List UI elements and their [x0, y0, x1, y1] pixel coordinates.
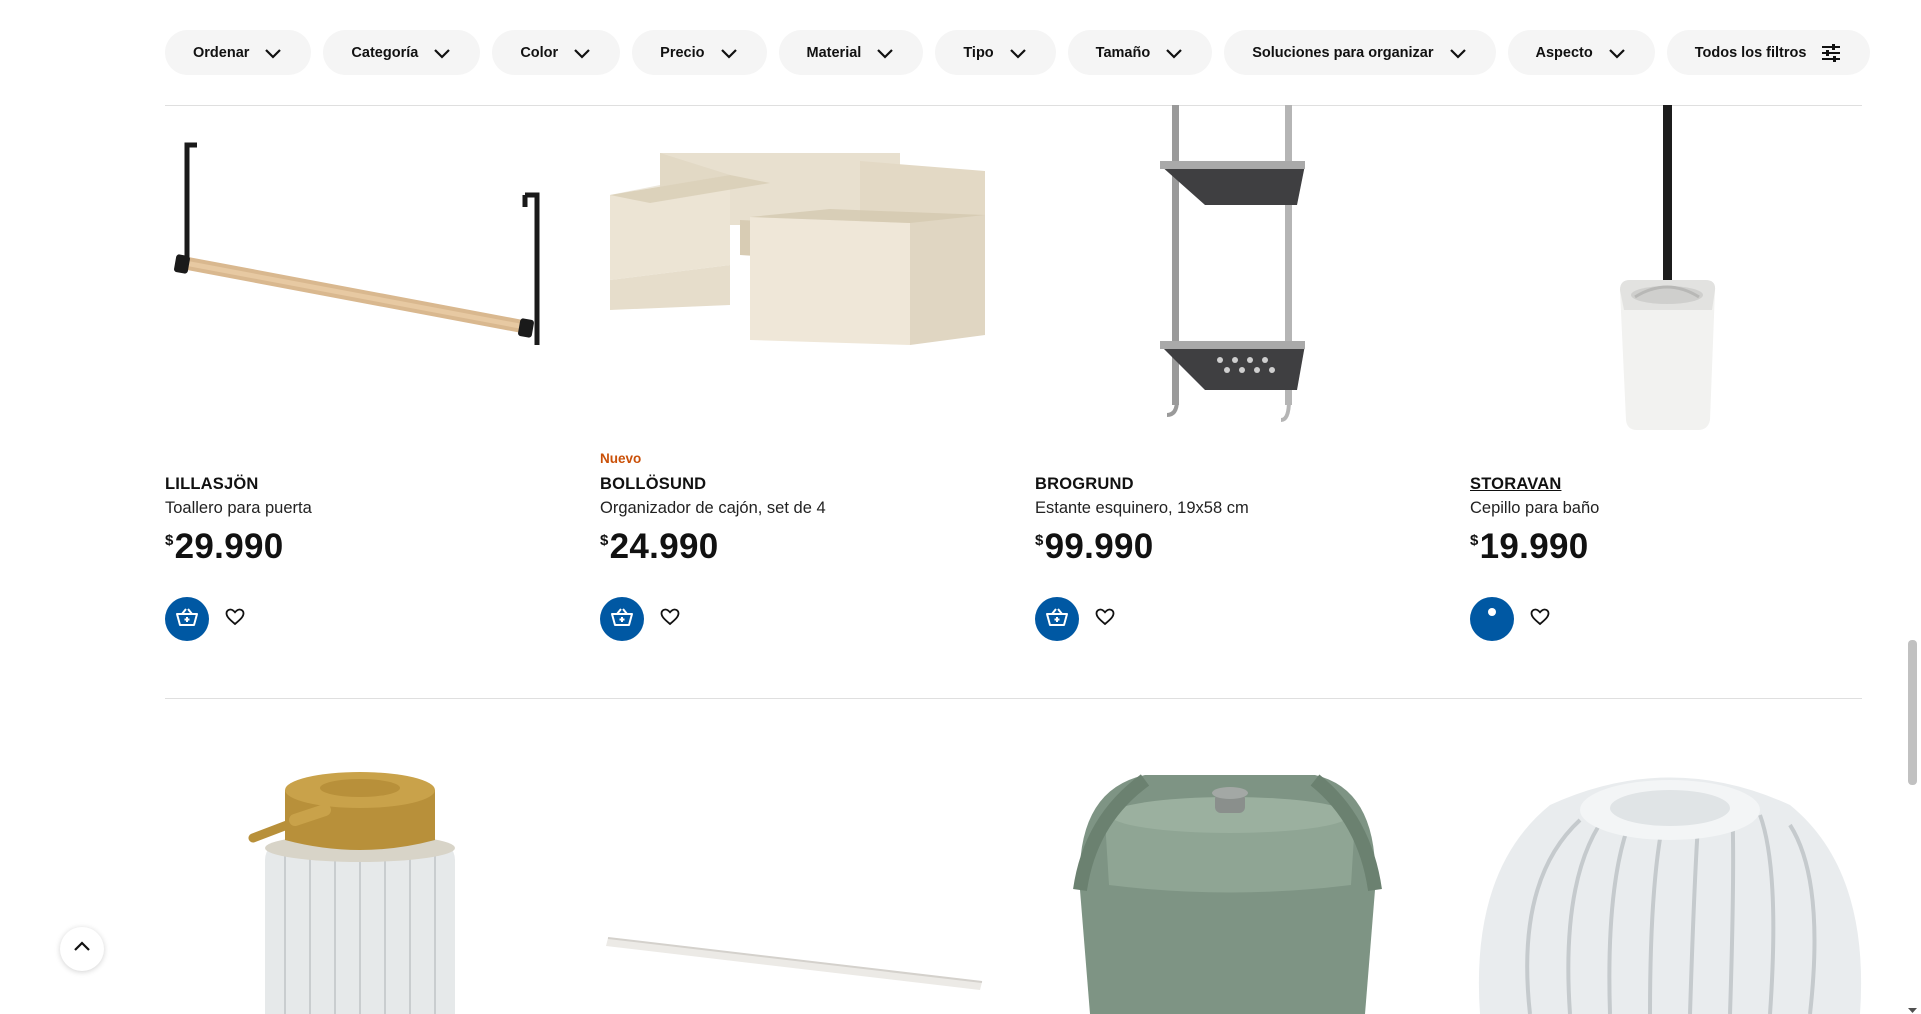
glass-jar-image[interactable]	[1470, 760, 1870, 1014]
filter-label: Precio	[660, 44, 705, 61]
product-description[interactable]: Toallero para puerta	[165, 499, 312, 518]
sliders-icon	[1820, 42, 1842, 64]
green-bin-image[interactable]	[1035, 760, 1435, 1014]
product-price: $ 19.990	[1470, 527, 1589, 567]
cart-add-icon	[610, 607, 634, 632]
chevron-down-icon	[1448, 43, 1468, 63]
filter-material[interactable]: Material	[778, 30, 924, 75]
product-description[interactable]: Estante esquinero, 19x58 cm	[1035, 499, 1249, 518]
product-badge: Nuevo	[600, 451, 642, 466]
filter-label: Aspecto	[1535, 44, 1593, 61]
currency-symbol: $	[1470, 532, 1479, 549]
filter-all[interactable]: Todos los filtros	[1666, 30, 1871, 75]
toilet-brush-image[interactable]	[1470, 105, 1870, 445]
price-value: 19.990	[1479, 527, 1589, 566]
wall-rail-image[interactable]	[600, 760, 1000, 1014]
chevron-down-icon	[1164, 43, 1184, 63]
filter-label: Tipo	[963, 44, 994, 61]
drawer-organizer-image[interactable]	[600, 105, 1000, 445]
filter-tipo[interactable]: Tipo	[935, 30, 1056, 75]
chevron-down-icon	[875, 43, 895, 63]
product-name[interactable]: BOLLÖSUND	[600, 475, 706, 494]
filter-label: Todos los filtros	[1694, 44, 1807, 61]
vertical-scrollbar[interactable]	[1904, 0, 1921, 1014]
heart-icon	[660, 608, 680, 631]
filter-bar: Ordenar Categoría Color Precio Material …	[165, 30, 1871, 75]
product-price: $ 24.990	[600, 527, 719, 567]
product-price: $ 29.990	[165, 527, 284, 567]
heart-icon	[1095, 608, 1115, 631]
favorite-button[interactable]	[1522, 601, 1558, 637]
filter-precio[interactable]: Precio	[632, 30, 767, 75]
filter-tamano[interactable]: Tamaño	[1067, 30, 1213, 75]
filter-label: Ordenar	[193, 44, 250, 61]
loading-dot-icon	[1480, 605, 1504, 634]
chevron-down-icon	[432, 43, 452, 63]
add-to-cart-button[interactable]	[1035, 597, 1079, 641]
price-value: 99.990	[1044, 527, 1154, 566]
chevron-down-icon	[263, 43, 283, 63]
add-to-cart-button[interactable]	[600, 597, 644, 641]
filter-label: Soluciones para organizar	[1252, 44, 1434, 61]
product-name[interactable]: LILLASJÖN	[165, 475, 258, 494]
filter-color[interactable]: Color	[492, 30, 621, 75]
product-description[interactable]: Cepillo para baño	[1470, 499, 1599, 518]
heart-icon	[225, 608, 245, 631]
filter-aspecto[interactable]: Aspecto	[1507, 30, 1655, 75]
chevron-down-icon	[719, 43, 739, 63]
filter-label: Tamaño	[1095, 44, 1151, 61]
currency-symbol: $	[600, 532, 609, 549]
add-to-cart-button[interactable]	[165, 597, 209, 641]
cart-add-icon	[175, 607, 199, 632]
product-name[interactable]: BROGRUND	[1035, 475, 1134, 494]
product-price: $ 99.990	[1035, 527, 1154, 567]
favorite-button[interactable]	[217, 601, 253, 637]
price-value: 24.990	[609, 527, 719, 566]
chevron-down-icon	[572, 43, 592, 63]
add-to-cart-button[interactable]	[1470, 597, 1514, 641]
filter-label: Color	[520, 44, 559, 61]
towel-rail-image[interactable]	[165, 105, 565, 445]
price-value: 29.990	[174, 527, 284, 566]
scroll-down-arrow-icon[interactable]	[1908, 1002, 1917, 1013]
chevron-up-icon	[72, 937, 92, 962]
chevron-down-icon	[1008, 43, 1028, 63]
filter-categoria[interactable]: Categoría	[323, 30, 481, 75]
filter-label: Categoría	[351, 44, 419, 61]
back-to-top-button[interactable]	[60, 927, 104, 971]
currency-symbol: $	[1035, 532, 1044, 549]
product-name[interactable]: STORAVAN	[1470, 475, 1561, 494]
filter-ordenar[interactable]: Ordenar	[165, 30, 312, 75]
filter-label: Material	[806, 44, 862, 61]
chevron-down-icon	[1607, 43, 1627, 63]
currency-symbol: $	[165, 532, 174, 549]
scrollbar-thumb[interactable]	[1908, 640, 1917, 785]
soap-dispenser-image[interactable]	[165, 760, 565, 1014]
divider	[165, 698, 1862, 699]
favorite-button[interactable]	[1087, 601, 1123, 637]
heart-icon	[1530, 608, 1550, 631]
favorite-button[interactable]	[652, 601, 688, 637]
product-description[interactable]: Organizador de cajón, set de 4	[600, 499, 826, 518]
cart-add-icon	[1045, 607, 1069, 632]
filter-soluciones[interactable]: Soluciones para organizar	[1224, 30, 1496, 75]
corner-shelf-image[interactable]	[1035, 105, 1435, 445]
